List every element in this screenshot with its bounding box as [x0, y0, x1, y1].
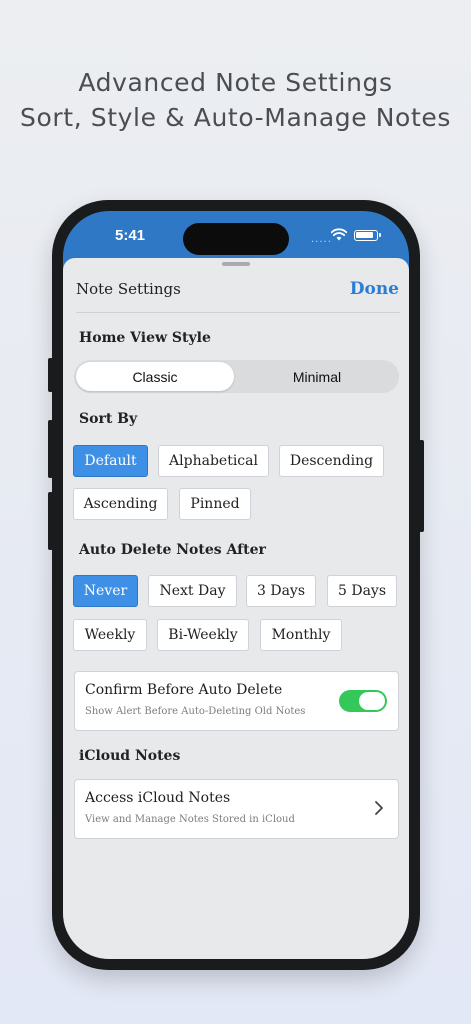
auto-delete-3-days-chip[interactable]: 3 Days — [246, 575, 316, 607]
settings-sheet: Note Settings Done Home View Style Class… — [63, 258, 409, 959]
status-time: 5:41 — [115, 227, 146, 244]
sort-alphabetical-chip[interactable]: Alphabetical — [158, 445, 269, 477]
home-view-segmented-control: Classic Minimal — [74, 360, 399, 393]
headline-line-1: Advanced Note Settings — [78, 68, 393, 97]
signal-icon: ..... — [311, 234, 332, 245]
sort-ascending-chip[interactable]: Ascending — [73, 488, 168, 520]
access-icloud-notes-row[interactable]: Access iCloud Notes View and Manage Note… — [74, 779, 399, 839]
phone-screen: 5:41 ..... Note Settings Done Home View … — [63, 211, 409, 959]
chevron-right-icon — [375, 801, 383, 815]
confirm-auto-delete-title: Confirm Before Auto Delete — [85, 682, 283, 698]
phone-volume-down-button — [48, 492, 53, 550]
sheet-grabber[interactable] — [222, 262, 250, 266]
icloud-notes-label: iCloud Notes — [79, 748, 181, 764]
confirm-auto-delete-row: Confirm Before Auto Delete Show Alert Be… — [74, 671, 399, 731]
phone-volume-up-button — [48, 420, 53, 478]
phone-power-button — [419, 440, 424, 532]
access-icloud-subtitle: View and Manage Notes Stored in iCloud — [85, 814, 295, 825]
status-bar: 5:41 ..... — [63, 211, 409, 261]
auto-delete-5-days-chip[interactable]: 5 Days — [327, 575, 397, 607]
access-icloud-title: Access iCloud Notes — [85, 790, 231, 806]
sort-pinned-chip[interactable]: Pinned — [179, 488, 251, 520]
auto-delete-monthly-chip[interactable]: Monthly — [260, 619, 342, 651]
sort-descending-chip[interactable]: Descending — [279, 445, 384, 477]
confirm-auto-delete-subtitle: Show Alert Before Auto-Deleting Old Note… — [85, 706, 306, 717]
sort-by-label: Sort By — [79, 411, 138, 427]
segment-classic[interactable]: Classic — [76, 362, 234, 391]
done-button[interactable]: Done — [350, 279, 399, 299]
sheet-title: Note Settings — [76, 280, 181, 298]
battery-icon — [354, 230, 381, 241]
wifi-icon — [331, 228, 347, 241]
auto-delete-next-day-chip[interactable]: Next Day — [148, 575, 237, 607]
auto-delete-never-chip[interactable]: Never — [73, 575, 138, 607]
sort-default-chip[interactable]: Default — [73, 445, 148, 477]
auto-delete-bi-weekly-chip[interactable]: Bi-Weekly — [157, 619, 249, 651]
header-divider — [76, 312, 400, 313]
confirm-auto-delete-toggle[interactable] — [339, 690, 387, 712]
auto-delete-label: Auto Delete Notes After — [79, 542, 266, 558]
phone-action-button — [48, 358, 53, 392]
segment-minimal[interactable]: Minimal — [237, 362, 397, 391]
headline-line-2: Sort, Style & Auto-Manage Notes — [20, 103, 451, 132]
auto-delete-weekly-chip[interactable]: Weekly — [73, 619, 147, 651]
dynamic-island — [183, 223, 289, 255]
home-view-style-label: Home View Style — [79, 330, 211, 346]
